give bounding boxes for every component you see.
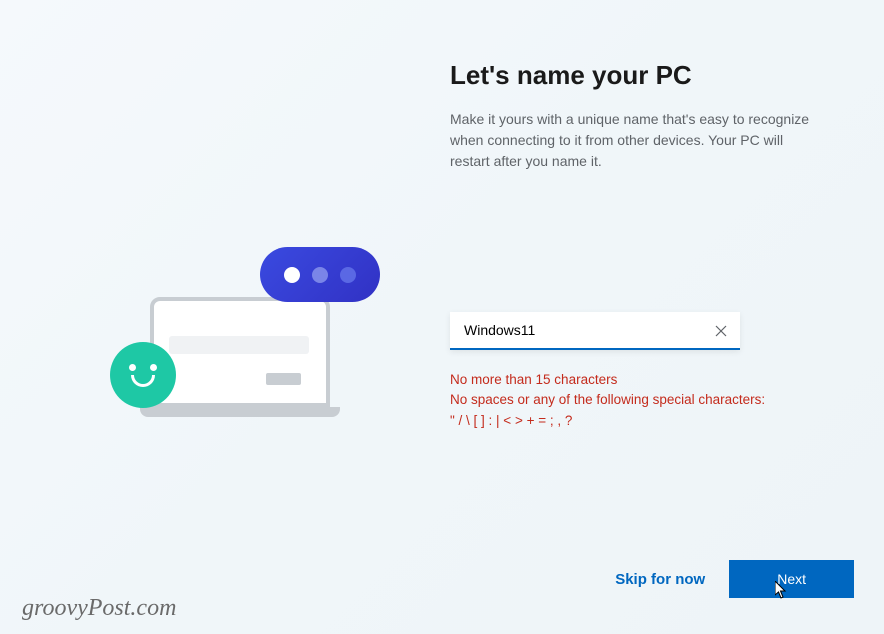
validation-line-1: No more than 15 characters: [450, 370, 824, 390]
pc-name-field-wrapper: [450, 312, 740, 350]
illustration-panel: [30, 50, 450, 604]
page-title: Let's name your PC: [450, 60, 824, 91]
clear-input-button[interactable]: [712, 322, 730, 340]
validation-message: No more than 15 characters No spaces or …: [450, 370, 824, 431]
content-panel: Let's name your PC Make it yours with a …: [450, 50, 824, 604]
page-subtitle: Make it yours with a unique name that's …: [450, 109, 824, 172]
validation-line-3: " / \ [ ] : | < > + = ; , ?: [450, 411, 824, 431]
footer-actions: Skip for now Next: [615, 560, 854, 598]
watermark-text: groovyPost.com: [22, 595, 176, 622]
next-button[interactable]: Next: [729, 560, 854, 598]
laptop-icon: [150, 297, 340, 417]
chat-bubble-icon: [260, 247, 380, 302]
close-icon: [715, 325, 727, 337]
skip-link[interactable]: Skip for now: [615, 571, 705, 588]
validation-line-2: No spaces or any of the following specia…: [450, 390, 824, 410]
smiley-icon: [110, 342, 176, 408]
pc-illustration: [110, 247, 370, 447]
pc-name-input[interactable]: [450, 312, 740, 350]
